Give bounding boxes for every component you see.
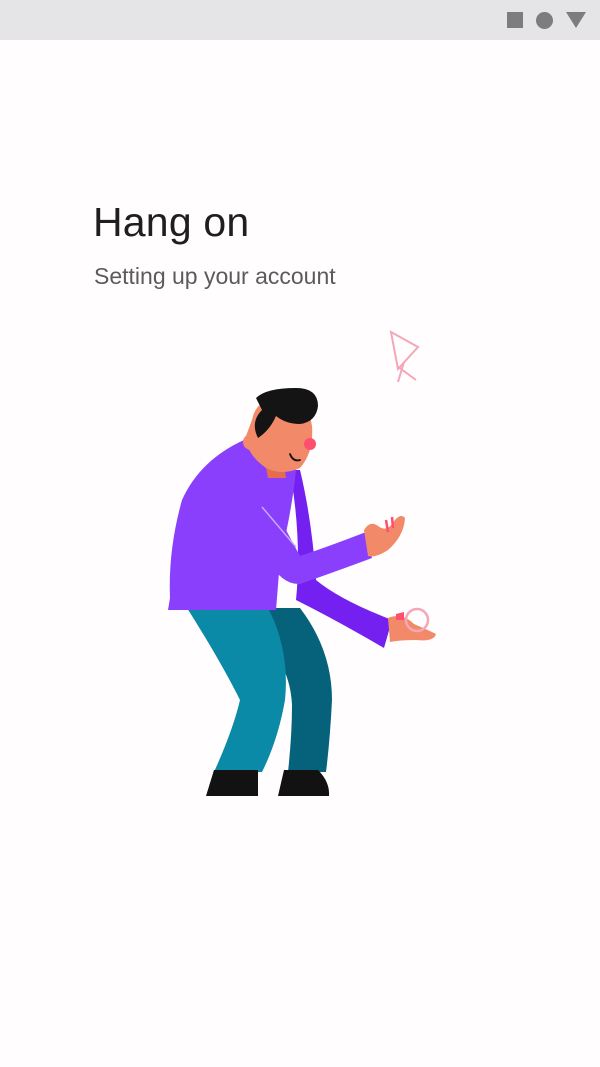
app-screen: Hang on Setting up your account — [0, 0, 600, 1067]
left-shoe — [206, 770, 258, 796]
front-leg — [187, 608, 286, 772]
nose — [304, 438, 316, 450]
right-shoe — [278, 770, 330, 796]
juggler-illustration — [168, 330, 436, 796]
ear — [243, 434, 259, 450]
ball-accent — [396, 612, 404, 620]
upper-hand — [364, 516, 405, 557]
juggling-triangle-icon — [389, 330, 420, 383]
